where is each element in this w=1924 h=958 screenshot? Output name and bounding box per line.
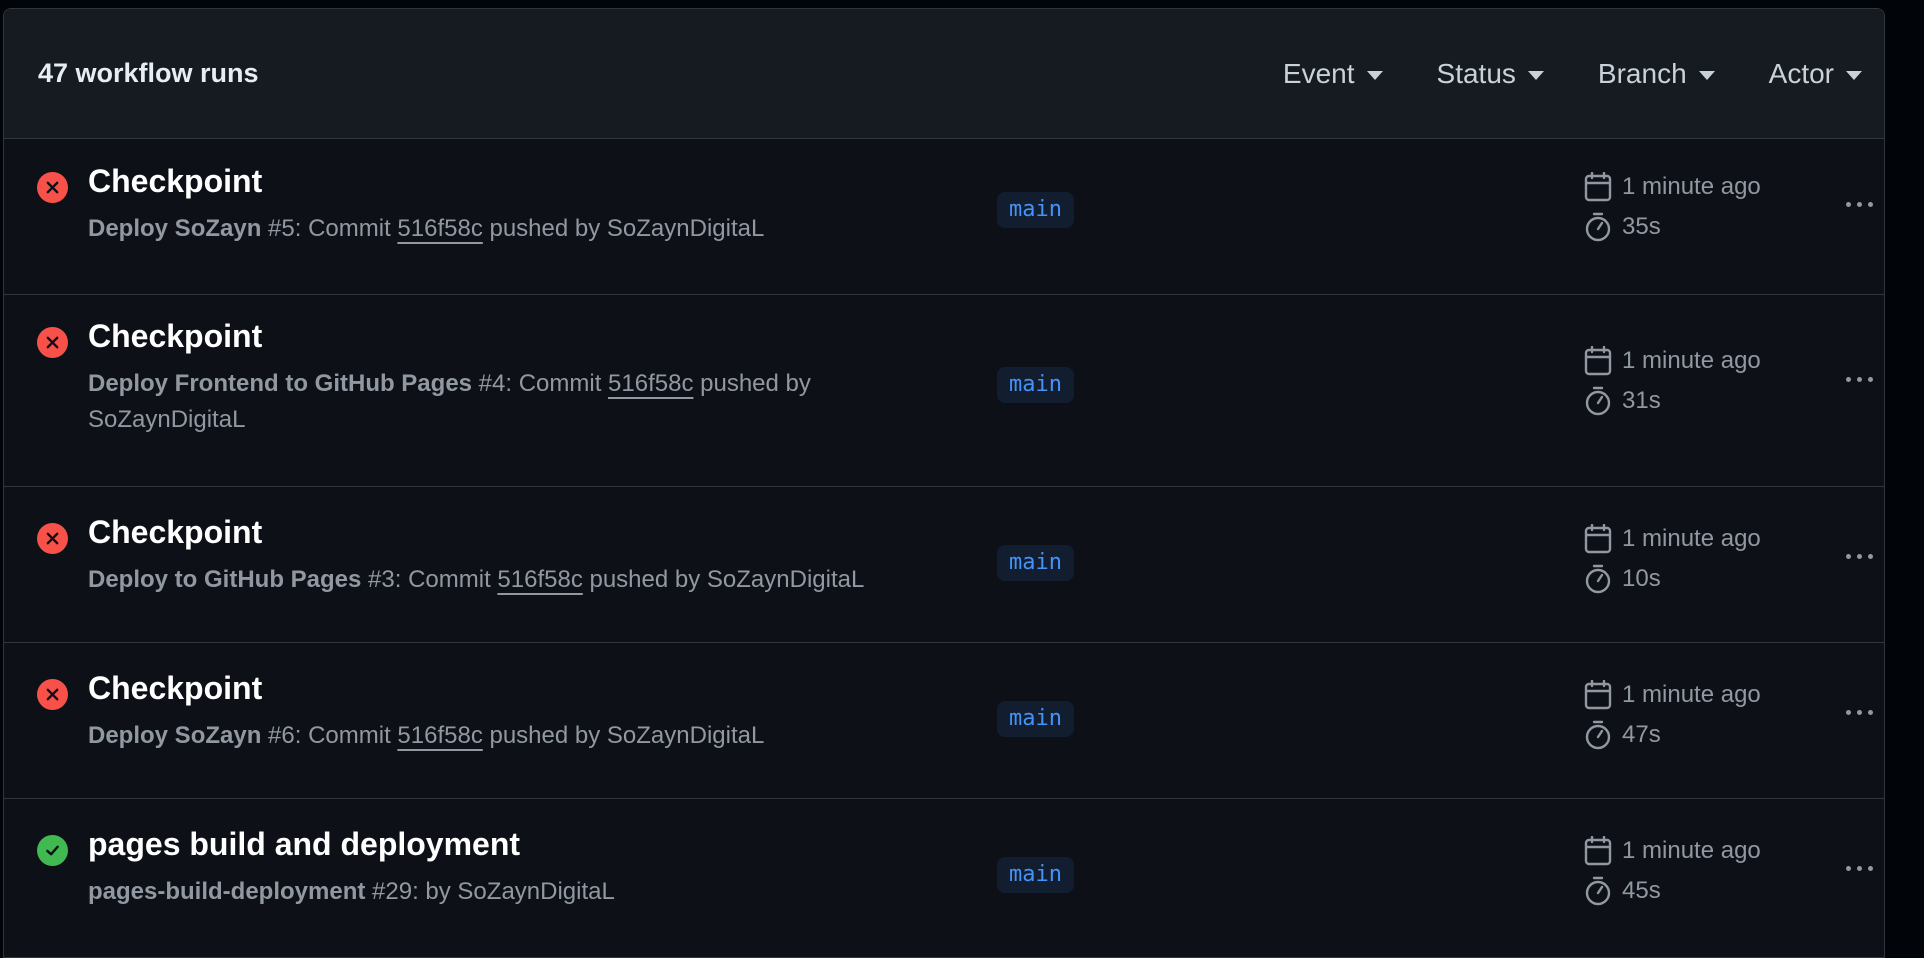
workflow-runs-panel: 47 workflow runs Event Status Branch Act… <box>3 8 1885 958</box>
workflow-run-row[interactable]: Checkpoint Deploy SoZayn #5: Commit 516f… <box>4 139 1884 295</box>
time-ago-text: 1 minute ago <box>1622 173 1761 200</box>
status-filter-button[interactable]: Status <box>1437 50 1544 98</box>
run-description: Deploy to GitHub Pages #3: Commit 516f58… <box>88 562 868 598</box>
workflow-run-row[interactable]: Checkpoint Deploy SoZayn #6: Commit 516f… <box>4 643 1884 799</box>
filter-bar: Event Status Branch Actor <box>1229 50 1862 98</box>
run-trigger-text: pushed by SoZaynDigitaL <box>582 566 865 593</box>
workflow-name[interactable]: pages-build-deployment <box>88 878 365 905</box>
branch-label[interactable]: main <box>997 701 1074 737</box>
run-description: Deploy Frontend to GitHub Pages #4: Comm… <box>88 366 848 438</box>
branch-label[interactable]: main <box>997 545 1074 581</box>
branch-label[interactable]: main <box>997 857 1074 893</box>
stopwatch-icon <box>1585 386 1611 416</box>
calendar-icon <box>1584 524 1612 554</box>
run-title-link[interactable]: Checkpoint <box>88 514 262 551</box>
caret-down-icon <box>1527 70 1544 80</box>
run-trigger-text: pushed by SoZaynDigitaL <box>482 722 765 749</box>
run-description: pages-build-deployment #29: by SoZaynDig… <box>88 874 868 910</box>
run-title-link[interactable]: pages build and deployment <box>88 826 520 863</box>
run-description: Deploy SoZayn #6: Commit 516f58c pushed … <box>88 718 868 754</box>
branch-label[interactable]: main <box>997 192 1074 228</box>
run-description: Deploy SoZayn #5: Commit 516f58c pushed … <box>88 211 868 247</box>
event-filter-button[interactable]: Event <box>1283 50 1383 98</box>
run-number: #6: Commit <box>261 722 398 749</box>
commit-sha-link[interactable]: 516f58c <box>608 370 693 397</box>
branch-label[interactable]: main <box>997 367 1074 403</box>
filter-label: Actor <box>1768 57 1834 89</box>
actor-filter-button[interactable]: Actor <box>1769 50 1862 98</box>
more-options-icon[interactable] <box>1846 548 1873 565</box>
time-ago-text: 1 minute ago <box>1622 525 1761 552</box>
workflow-name[interactable]: Deploy SoZayn <box>88 215 261 242</box>
runs-header: 47 workflow runs Event Status Branch Act… <box>4 9 1884 139</box>
run-duration: 31s <box>1584 386 1661 416</box>
check-circle-icon <box>37 835 68 866</box>
workflow-name[interactable]: Deploy to GitHub Pages <box>88 566 361 593</box>
workflow-name[interactable]: Deploy SoZayn <box>88 722 261 749</box>
calendar-icon <box>1584 346 1612 376</box>
more-options-icon[interactable] <box>1846 860 1873 877</box>
run-duration: 10s <box>1584 564 1661 594</box>
commit-sha-link[interactable]: 516f58c <box>397 215 482 242</box>
stopwatch-icon <box>1585 876 1611 906</box>
filter-label: Status <box>1436 57 1516 89</box>
run-number: #29: by SoZaynDigitaL <box>365 878 615 905</box>
run-time-ago: 1 minute ago <box>1584 346 1761 376</box>
caret-down-icon <box>1698 70 1715 80</box>
workflow-run-row[interactable]: Checkpoint Deploy Frontend to GitHub Pag… <box>4 295 1884 487</box>
run-title-link[interactable]: Checkpoint <box>88 163 262 200</box>
duration-text: 35s <box>1622 213 1661 240</box>
caret-down-icon <box>1366 70 1383 80</box>
time-ago-text: 1 minute ago <box>1622 837 1761 864</box>
run-duration: 35s <box>1584 212 1661 242</box>
run-count: 47 workflow runs <box>38 58 259 88</box>
branch-filter-button[interactable]: Branch <box>1598 50 1715 98</box>
x-circle-icon <box>37 172 68 203</box>
x-circle-icon <box>37 327 68 358</box>
commit-sha-link[interactable]: 516f58c <box>397 722 482 749</box>
commit-sha-link[interactable]: 516f58c <box>497 566 582 593</box>
run-number: #3: Commit <box>361 566 498 593</box>
time-ago-text: 1 minute ago <box>1622 347 1761 374</box>
time-ago-text: 1 minute ago <box>1622 681 1761 708</box>
run-time-ago: 1 minute ago <box>1584 680 1761 710</box>
run-trigger-text: pushed by SoZaynDigitaL <box>482 215 765 242</box>
workflow-name[interactable]: Deploy Frontend to GitHub Pages <box>88 370 472 397</box>
stopwatch-icon <box>1585 564 1611 594</box>
calendar-icon <box>1584 680 1612 710</box>
x-circle-icon <box>37 523 68 554</box>
calendar-icon <box>1584 836 1612 866</box>
more-options-icon[interactable] <box>1846 371 1873 388</box>
run-time-ago: 1 minute ago <box>1584 524 1761 554</box>
run-number: #4: Commit <box>472 370 609 397</box>
calendar-icon <box>1584 172 1612 202</box>
duration-text: 47s <box>1622 721 1661 748</box>
stopwatch-icon <box>1585 212 1611 242</box>
filter-label: Branch <box>1597 57 1687 89</box>
workflow-run-row[interactable]: Checkpoint Deploy to GitHub Pages #3: Co… <box>4 487 1884 643</box>
workflow-run-row[interactable]: pages build and deployment pages-build-d… <box>4 799 1884 957</box>
run-time-ago: 1 minute ago <box>1584 172 1761 202</box>
more-options-icon[interactable] <box>1846 196 1873 213</box>
filter-label: Event <box>1282 57 1355 89</box>
run-title-link[interactable]: Checkpoint <box>88 318 262 355</box>
stopwatch-icon <box>1585 720 1611 750</box>
run-duration: 47s <box>1584 720 1661 750</box>
run-time-ago: 1 minute ago <box>1584 836 1761 866</box>
run-number: #5: Commit <box>261 215 398 242</box>
duration-text: 10s <box>1622 565 1661 592</box>
caret-down-icon <box>1846 70 1862 80</box>
duration-text: 31s <box>1622 387 1661 414</box>
run-title-link[interactable]: Checkpoint <box>88 670 262 707</box>
more-options-icon[interactable] <box>1846 704 1873 721</box>
duration-text: 45s <box>1622 877 1661 904</box>
run-duration: 45s <box>1584 876 1661 906</box>
x-circle-icon <box>37 679 68 710</box>
